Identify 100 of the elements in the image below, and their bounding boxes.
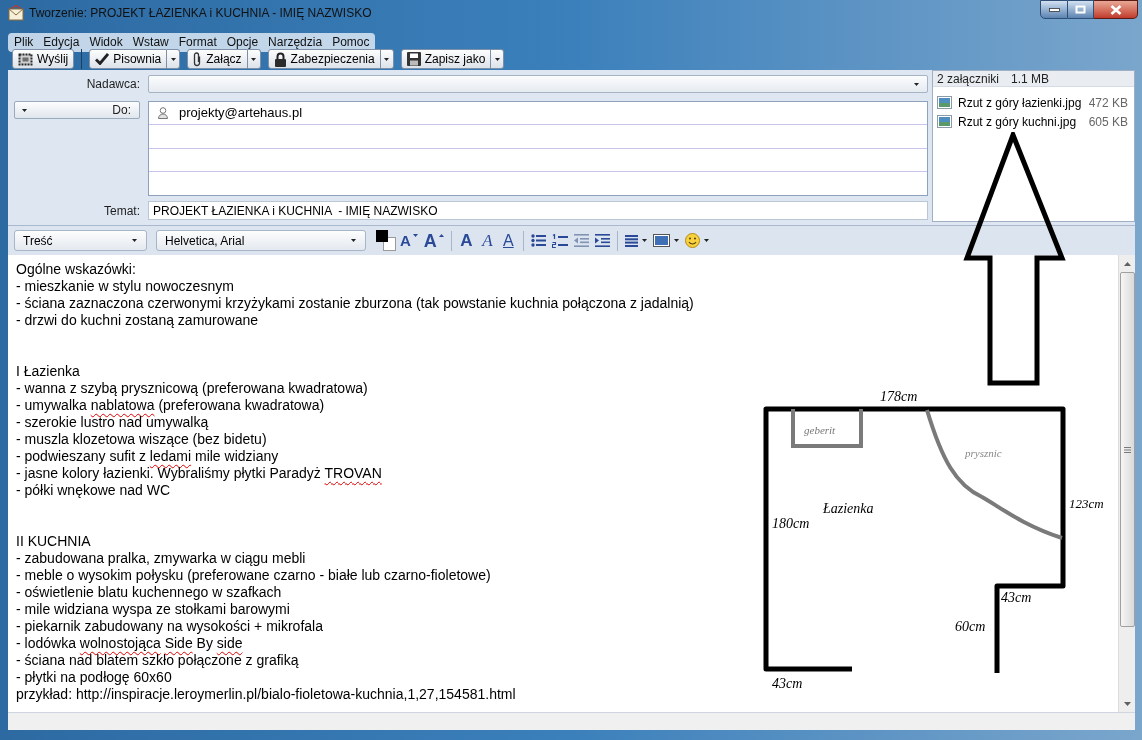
smiley-icon <box>684 233 700 248</box>
to-button[interactable]: Do: <box>14 101 140 119</box>
paragraph-style-dropdown[interactable]: Treść <box>14 230 147 251</box>
body-text: - ściana nad blatem szkło połączone z grafiką <box>16 652 299 669</box>
menu-item[interactable]: Format <box>173 33 222 52</box>
dimension-label: 178cm <box>880 389 918 404</box>
dimension-label: 60cm <box>955 619 986 634</box>
color-fill-icon <box>652 234 670 247</box>
minimize-icon <box>1048 7 1060 12</box>
person-icon <box>158 107 168 119</box>
menu-item[interactable]: Narzędzia <box>263 33 328 52</box>
attachment-count: 2 załączniki <box>937 70 1000 88</box>
save-as-button[interactable]: Zapisz jako <box>400 49 492 69</box>
send-button[interactable]: Wyślij <box>12 49 75 69</box>
menu-item[interactable]: Plik <box>9 33 39 52</box>
dropdown-button[interactable] <box>491 49 505 69</box>
scroll-down-arrow-icon[interactable] <box>1123 701 1131 706</box>
align-left-icon <box>624 234 638 247</box>
underline-button[interactable]: A <box>497 229 519 252</box>
caret-icon <box>914 82 919 86</box>
increase-font-size-button[interactable]: A <box>420 229 447 252</box>
padlock-icon <box>273 51 287 67</box>
caret-icon <box>170 57 176 61</box>
body-text: - drzwi do kuchni zostaną zamurowane <box>16 312 258 329</box>
spelling-button[interactable]: Pisownia <box>89 49 168 69</box>
caret-icon <box>351 239 356 242</box>
body-text: - oświetlenie blatu kuchennego w szafkach <box>16 584 282 601</box>
security-button[interactable]: Zabezpieczenia <box>267 49 381 69</box>
body-text: - meble o wysokim połysku (preferowane czarno - białe lub czarno-fioletowe) <box>16 567 491 584</box>
attach-button[interactable]: Załącz <box>187 49 248 69</box>
down-triangle-icon <box>412 233 418 237</box>
dimension-label: 43cm <box>772 676 803 691</box>
menu-item[interactable]: Pomoc <box>327 33 375 52</box>
body-text: - mieszkanie w stylu nowoczesnym <box>16 278 234 295</box>
body-text: - mile widziana wyspa ze stołkami barowymi <box>16 601 290 618</box>
maximize-icon <box>1075 5 1086 14</box>
maximize-button[interactable] <box>1068 0 1094 19</box>
color-swatch-icon <box>376 230 396 251</box>
body-text: - płytki na podłogę 60x60 <box>16 669 172 686</box>
image-file-icon <box>937 96 952 109</box>
subject-field[interactable]: PROJEKT ŁAZIENKA i KUCHNIA - IMIĘ NAZWISKO <box>148 201 928 220</box>
recipient-address[interactable]: projekty@artehaus.pl <box>179 103 303 123</box>
body-text: - lodówka wolnostojąca Side By side <box>16 635 243 652</box>
caret-icon <box>251 57 257 61</box>
indent-icon <box>594 234 610 247</box>
caret-icon <box>22 108 27 112</box>
body-text: - zabudowana pralka, zmywarka w ciągu mebli <box>16 550 306 567</box>
paperclip-icon <box>193 51 203 67</box>
field-label: Nadawca: <box>86 76 140 93</box>
fixture-label: prysznic <box>965 447 1002 459</box>
text-color-button[interactable] <box>375 229 397 252</box>
bold-button[interactable]: A <box>455 229 477 252</box>
room-label: Łazienka <box>823 501 874 516</box>
scrollbar[interactable] <box>1118 255 1135 712</box>
grip-icon <box>1123 446 1131 453</box>
scrollbar-thumb[interactable] <box>1119 272 1135 627</box>
toilet-outline <box>791 409 863 448</box>
close-button[interactable] <box>1094 0 1138 19</box>
menu-item[interactable]: Widok <box>84 33 128 52</box>
attachment-total-size: 1.1 MB <box>1011 70 1050 88</box>
envelope-icon <box>8 5 24 21</box>
body-text: przykład: http://inspiracje.leroymerlin.pl/bialo-fioletowa-kuchnia,1,27,154581.html <box>16 686 516 703</box>
body-text: - szerokie lustro nad umywalką <box>16 414 209 431</box>
scroll-up-arrow-icon[interactable] <box>1123 261 1131 266</box>
dimension-label: 180cm <box>772 516 810 531</box>
image-file-icon <box>937 115 952 128</box>
body-text: - wanna z szybą prysznicową (preferowana kwadratowa) <box>16 380 368 397</box>
attachment-name[interactable]: Rzut z góry kuchni.jpg <box>958 112 1077 131</box>
attachment-size: 472 KB <box>1088 94 1128 112</box>
dropdown-button[interactable] <box>167 49 181 69</box>
menu-item[interactable]: Edycja <box>38 33 85 52</box>
attachment-size: 605 KB <box>1088 113 1128 131</box>
fixture-label: geberit <box>804 424 836 436</box>
bullet-list-icon <box>530 234 546 247</box>
stamp-icon <box>18 52 33 66</box>
minimize-button[interactable] <box>1040 0 1068 19</box>
body-text: Ogólne wskazówki: <box>16 261 136 278</box>
body-text: - jasne kolory łazienki. Wybraliśmy płytki Paradyż TROVAN <box>16 465 382 482</box>
caret-icon <box>132 239 137 242</box>
dimension-label: 123cm <box>1069 496 1104 511</box>
close-icon <box>1109 4 1122 15</box>
checkmark-icon <box>95 53 110 65</box>
body-text: - ściana zaznaczona czerwonymi krzyżykami zostanie zburzona (tak powstanie kuchnia połączona z jadalnią) <box>16 295 694 312</box>
caret-icon <box>494 57 500 61</box>
body-text: - półki wnękowe nad WC <box>16 482 171 499</box>
caret-icon <box>384 57 390 61</box>
body-text: - piekarnik zabudowany na wysokości + mikrofala <box>16 618 323 635</box>
field-label: Temat: <box>104 202 140 220</box>
body-text: II KUCHNIA <box>16 533 91 550</box>
dimension-label: 43cm <box>1001 590 1032 605</box>
body-text: - umywalka nablatowa (preferowana kwadratowa) <box>16 397 325 414</box>
body-text: - podwieszany sufit z ledami mile widziany <box>16 448 279 465</box>
italic-button[interactable]: A <box>476 229 498 252</box>
menu-item[interactable]: Opcje <box>221 33 264 52</box>
font-dropdown[interactable]: Helvetica, Arial <box>156 230 366 251</box>
attachment-name[interactable]: Rzut z góry łazienki.jpg <box>958 93 1082 112</box>
menu-item[interactable]: Wstaw <box>127 33 174 52</box>
outdent-icon <box>573 234 589 247</box>
decrease-font-size-button[interactable]: A <box>397 229 421 252</box>
up-triangle-icon <box>438 233 444 237</box>
